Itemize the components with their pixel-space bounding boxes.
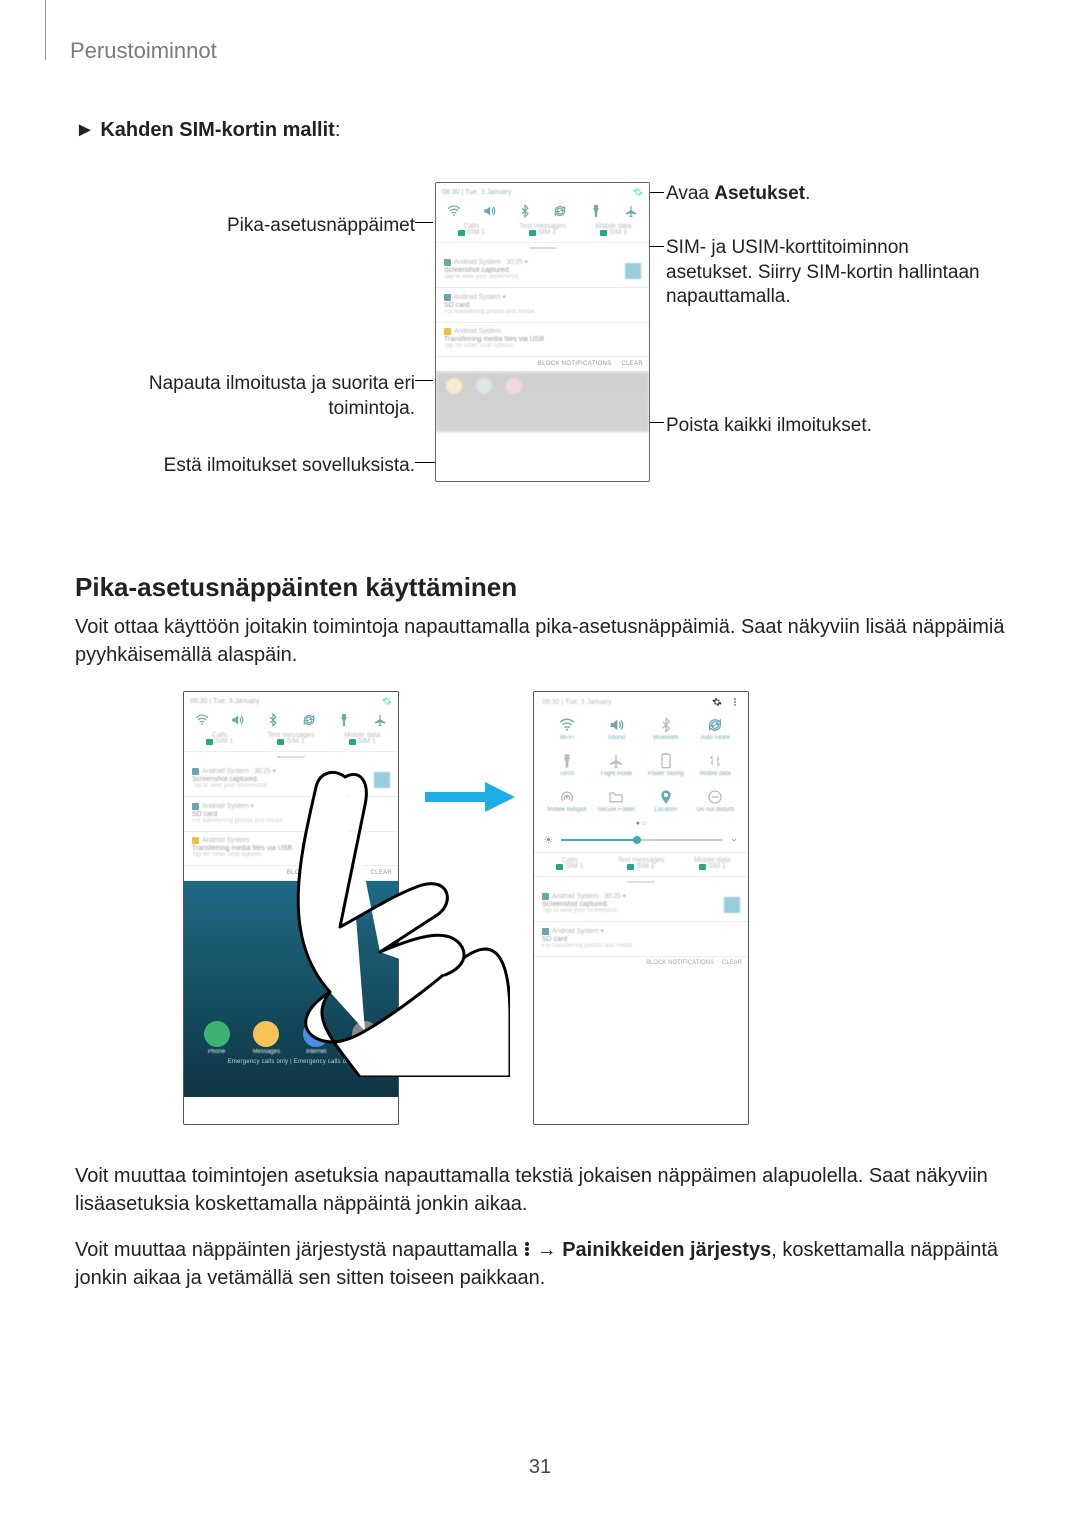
phone-mock-left: 08:30 | Tue, 3 January CallsSIM 1 Text m… bbox=[183, 691, 399, 1125]
notification-item[interactable]: Android System · 30:25 ▾ Screenshot capt… bbox=[436, 253, 649, 288]
callout-block-apps: Estä ilmoitukset sovelluksista. bbox=[75, 454, 415, 479]
home-preview bbox=[436, 372, 649, 432]
rotate-icon[interactable] bbox=[302, 713, 316, 727]
notification-item[interactable]: Android System ▾ SD card For transferrin… bbox=[436, 288, 649, 323]
triangle-icon: ► bbox=[75, 119, 95, 141]
wifi-icon[interactable] bbox=[195, 713, 209, 727]
notification-item[interactable]: Android System Transferring media files … bbox=[436, 323, 649, 357]
page-number: 31 bbox=[0, 1456, 1080, 1479]
gear-icon[interactable] bbox=[633, 187, 643, 197]
notification-footer: BLOCK NOTIFICATIONS CLEAR bbox=[436, 357, 649, 372]
wifi-icon[interactable] bbox=[559, 717, 575, 733]
leader-line bbox=[415, 380, 433, 381]
sound-icon[interactable] bbox=[482, 204, 496, 218]
section-marker: ► Kahden SIM-kortin mallit: bbox=[75, 119, 1005, 142]
bluetooth-icon[interactable] bbox=[266, 713, 280, 727]
status-bar: 08:30 | Tue, 3 January bbox=[436, 183, 649, 199]
quick-settings-row bbox=[436, 199, 649, 221]
torch-icon[interactable] bbox=[589, 204, 603, 218]
bluetooth-icon[interactable] bbox=[518, 204, 532, 218]
callout-tap-notification: Napauta ilmoitusta ja suorita eri toimin… bbox=[75, 372, 415, 421]
leader-line bbox=[415, 222, 433, 223]
sim-icon bbox=[529, 230, 536, 236]
more-icon bbox=[523, 1241, 531, 1259]
thumbnail bbox=[625, 263, 641, 279]
callout-sim-settings: SIM- ja USIM-korttitoiminnon asetukset. … bbox=[666, 236, 996, 310]
callout-open-settings: Avaa Asetukset. bbox=[666, 182, 996, 207]
rotate-icon[interactable] bbox=[707, 717, 723, 733]
gear-icon[interactable] bbox=[382, 696, 392, 706]
margin-rule bbox=[45, 0, 46, 60]
phone-mock: 08:30 | Tue, 3 January CallsSIM 1 Text m… bbox=[435, 182, 650, 482]
diagram-swipe-expand: 08:30 | Tue, 3 January CallsSIM 1 Text m… bbox=[75, 687, 1005, 1147]
app-icon bbox=[444, 259, 451, 266]
torch-icon[interactable] bbox=[559, 753, 575, 769]
callout-clear-all: Poista kaikki ilmoitukset. bbox=[666, 414, 996, 439]
brightness-slider[interactable] bbox=[534, 831, 748, 853]
sound-icon[interactable] bbox=[230, 713, 244, 727]
app-icon bbox=[444, 294, 451, 301]
plane-icon[interactable] bbox=[608, 753, 624, 769]
block-notifications-button[interactable]: BLOCK NOTIFICATIONS bbox=[538, 361, 612, 367]
rotate-icon[interactable] bbox=[553, 204, 567, 218]
chevron-down-icon[interactable] bbox=[730, 836, 738, 844]
torch-icon[interactable] bbox=[337, 713, 351, 727]
sound-icon[interactable] bbox=[608, 717, 624, 733]
app-icon bbox=[444, 328, 451, 335]
more-icon[interactable] bbox=[730, 697, 740, 707]
page-indicator: ● ○ bbox=[534, 818, 748, 831]
result-arrow-icon bbox=[425, 782, 515, 812]
diagram-notification-panel: Pika-asetusnäppäimet Napauta ilmoitusta … bbox=[75, 182, 1005, 542]
battery-icon[interactable] bbox=[658, 753, 674, 769]
sim-icon bbox=[600, 230, 607, 236]
phone-mock-right: 08:30 | Tue, 3 January Wi-Fi Sound Bluet… bbox=[533, 691, 749, 1125]
page-header: Perustoiminnot bbox=[70, 38, 1005, 64]
paragraph: Voit ottaa käyttöön joitakin toimintoja … bbox=[75, 613, 1005, 669]
paragraph: Voit muuttaa toimintojen asetuksia napau… bbox=[75, 1162, 1005, 1218]
hotspot-icon[interactable] bbox=[559, 789, 575, 805]
callout-quick-settings-keys: Pika-asetusnäppäimet bbox=[75, 214, 415, 239]
sim-icon bbox=[458, 230, 465, 236]
paragraph: Voit muuttaa näppäinten järjestystä napa… bbox=[75, 1236, 1005, 1292]
dnd-icon[interactable] bbox=[707, 789, 723, 805]
gear-icon[interactable] bbox=[712, 697, 722, 707]
drag-handle[interactable] bbox=[529, 247, 557, 249]
folder-icon[interactable] bbox=[608, 789, 624, 805]
bluetooth-icon[interactable] bbox=[658, 717, 674, 733]
wifi-icon[interactable] bbox=[447, 204, 461, 218]
clear-button[interactable]: CLEAR bbox=[621, 361, 643, 367]
location-icon[interactable] bbox=[658, 789, 674, 805]
sim-row[interactable]: CallsSIM 1 Text messagesSIM 1 Mobile dat… bbox=[436, 221, 649, 243]
sun-icon bbox=[544, 835, 553, 844]
updown-icon[interactable] bbox=[707, 753, 723, 769]
section-title: Pika-asetusnäppäinten käyttäminen bbox=[75, 572, 1005, 603]
plane-icon[interactable] bbox=[373, 713, 387, 727]
plane-icon[interactable] bbox=[624, 204, 638, 218]
quick-settings-grid: Wi-Fi Sound Bluetooth Auto rotate Torch … bbox=[534, 712, 748, 818]
